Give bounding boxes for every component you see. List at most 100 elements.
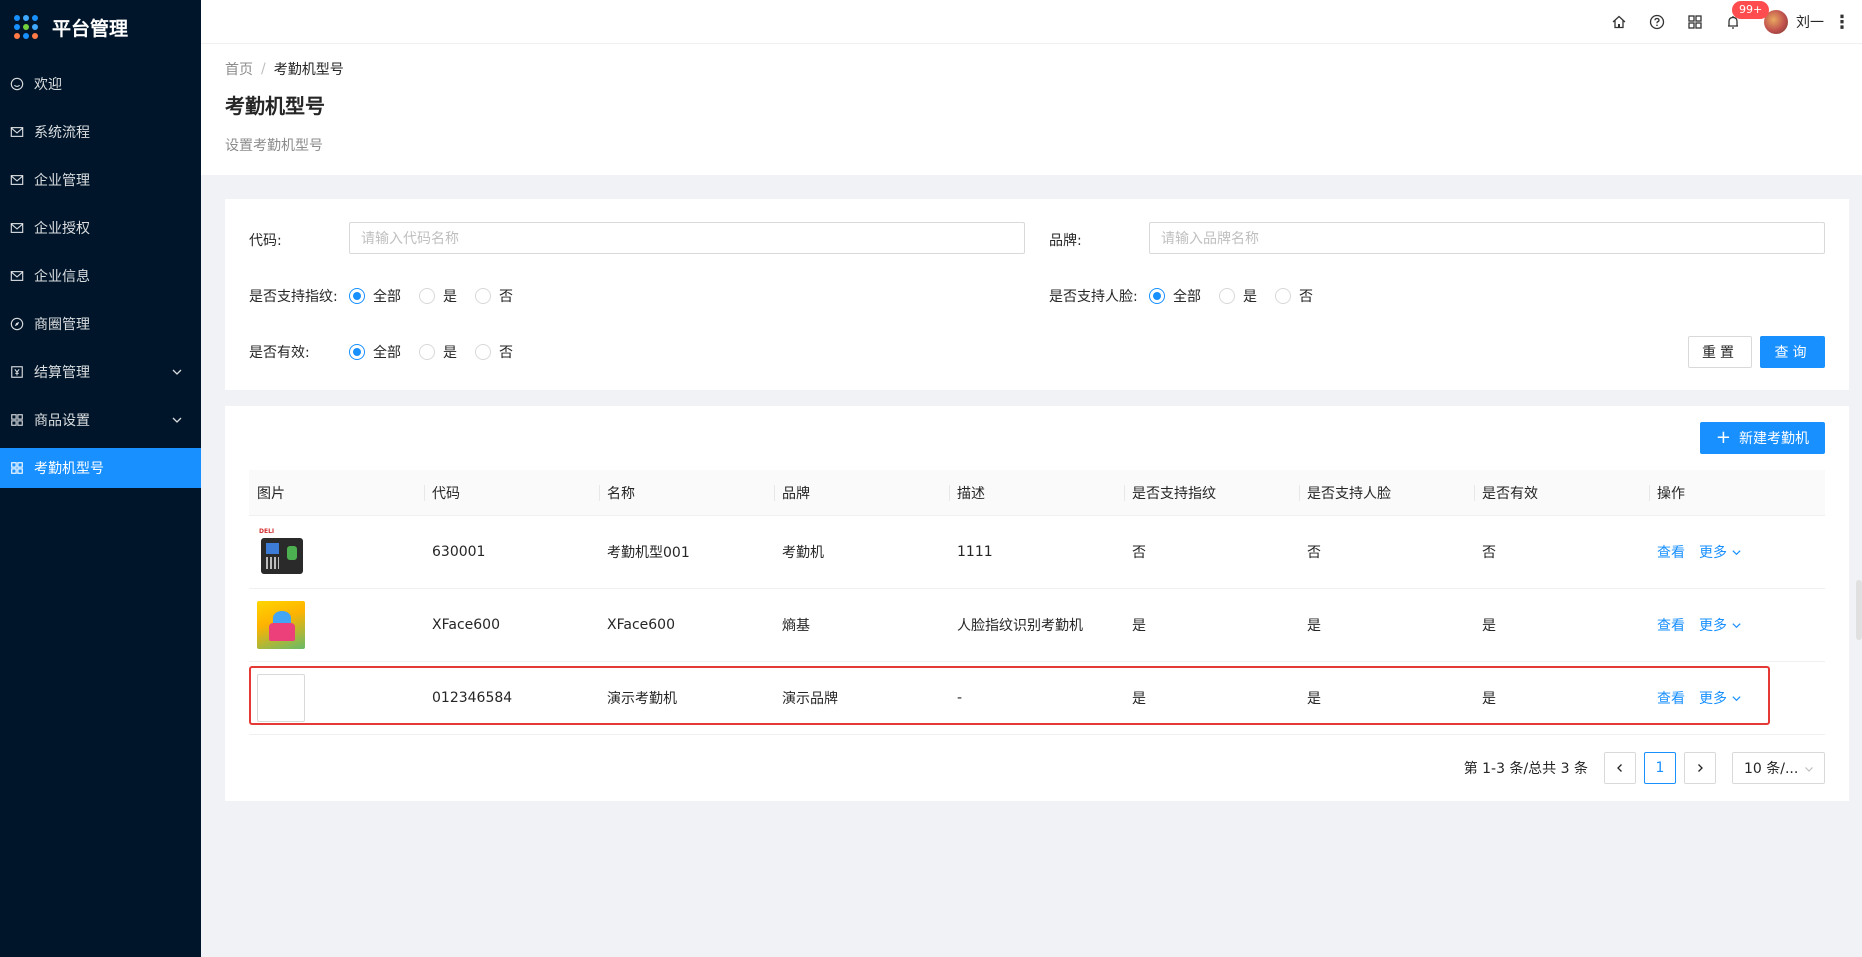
chevron-right-icon	[1698, 764, 1703, 772]
new-button-label: 新建考勤机	[1739, 431, 1809, 447]
face-radio-no[interactable]: 否	[1275, 286, 1313, 306]
sidebar-item-label: 企业授权	[34, 221, 90, 237]
mail-icon	[10, 125, 24, 139]
page-title: 考勤机型号	[225, 94, 325, 118]
account-book-icon	[10, 365, 24, 379]
question-circle-icon[interactable]	[1638, 0, 1676, 44]
table-row: DELI 630001 考勤机型001 考勤机 1111 否 否 否 查看 更多	[249, 516, 1825, 589]
radio-checked-icon	[349, 288, 365, 304]
app-logo[interactable]: 平台管理	[0, 0, 201, 54]
description-cell: 人脸指纹识别考勤机	[957, 618, 1083, 634]
actions-cell: 查看 更多	[1649, 589, 1825, 662]
column-header: 是否支持人脸	[1299, 470, 1474, 516]
image-cell	[249, 662, 424, 735]
chevron-down-icon	[1732, 695, 1741, 701]
top-header: 99+ 刘一 ⋮	[201, 0, 1862, 44]
valid-radio-no[interactable]: 否	[475, 342, 513, 362]
view-link[interactable]: 查看	[1657, 542, 1685, 562]
radio-unchecked-icon	[1275, 288, 1291, 304]
table-row: 012346584 演示考勤机 演示品牌 - 是 是 是 查看 更多	[249, 662, 1825, 735]
brand-placeholder: 请输入品牌名称	[1161, 231, 1259, 247]
page-button-current[interactable]: 1	[1644, 752, 1676, 784]
view-link[interactable]: 查看	[1657, 688, 1685, 708]
scrollbar[interactable]	[1856, 580, 1862, 640]
appstore-icon[interactable]	[1676, 0, 1714, 44]
sidebar-item-system-flow[interactable]: 系统流程	[0, 112, 201, 152]
code-label: 代码:	[249, 233, 282, 249]
fingerprint-radio-yes[interactable]: 是	[419, 286, 457, 306]
sidebar-item-enterprise-info[interactable]: 企业信息	[0, 256, 201, 296]
fingerprint-radio-all[interactable]: 全部	[349, 286, 401, 306]
query-button[interactable]: 查询	[1760, 336, 1825, 368]
sidebar-item-settlement[interactable]: 结算管理	[0, 352, 201, 392]
face-cell: 否	[1307, 545, 1321, 561]
name-cell: 考勤机型001	[607, 545, 690, 561]
sidebar-item-label: 企业信息	[34, 269, 90, 285]
sidebar-item-enterprise-management[interactable]: 企业管理	[0, 160, 201, 200]
image-cell	[249, 589, 424, 662]
pagination: 第 1-3 条/总共 3 条 1 10 条/...	[1464, 752, 1825, 784]
sidebar-item-label: 考勤机型号	[34, 461, 104, 477]
radio-unchecked-icon	[475, 344, 491, 360]
sidebar-item-welcome[interactable]: 欢迎	[0, 64, 201, 104]
face-label: 是否支持人脸:	[1049, 289, 1138, 305]
sidebar-item-attendance-model[interactable]: 考勤机型号	[0, 448, 201, 488]
page-header: 首页 / 考勤机型号 考勤机型号 设置考勤机型号	[201, 44, 1862, 175]
appstore-icon	[10, 413, 24, 427]
face-radio-all[interactable]: 全部	[1149, 286, 1201, 306]
sidebar-item-product-settings[interactable]: 商品设置	[0, 400, 201, 440]
chevron-left-icon	[1617, 764, 1622, 772]
sidebar: 平台管理 欢迎 系统流程 企业管理 企业授权 企业信息 商圈管理 结算管理 商品…	[0, 0, 201, 957]
actions-cell: 查看 更多	[1649, 662, 1825, 735]
image-cell: DELI	[249, 516, 424, 589]
face-radio-yes[interactable]: 是	[1219, 286, 1257, 306]
column-header: 品牌	[774, 470, 949, 516]
breadcrumb-separator: /	[261, 61, 266, 77]
device-thumbnail-empty[interactable]	[257, 674, 305, 722]
more-dropdown[interactable]: 更多	[1699, 542, 1742, 562]
code-cell: 012346584	[432, 690, 513, 706]
breadcrumb-current: 考勤机型号	[273, 62, 344, 78]
more-dropdown[interactable]: 更多	[1699, 688, 1742, 708]
more-dropdown[interactable]: 更多	[1699, 615, 1742, 635]
valid-cell: 否	[1482, 545, 1496, 561]
device-thumbnail[interactable]: DELI	[257, 528, 305, 576]
column-header: 操作	[1649, 470, 1825, 516]
reset-button[interactable]: 重置	[1688, 336, 1752, 368]
sidebar-item-business-district[interactable]: 商圈管理	[0, 304, 201, 344]
page-size-value: 10 条/...	[1744, 761, 1799, 777]
radio-unchecked-icon	[419, 288, 435, 304]
more-vertical-icon[interactable]: ⋮	[1832, 0, 1852, 44]
sidebar-item-label: 企业管理	[34, 173, 90, 189]
breadcrumb-home[interactable]: 首页	[225, 59, 253, 79]
sidebar-item-label: 结算管理	[34, 365, 90, 381]
valid-cell: 是	[1482, 691, 1496, 707]
column-header: 是否有效	[1474, 470, 1649, 516]
next-page-button[interactable]	[1684, 752, 1716, 784]
brand-cell: 熵基	[782, 618, 810, 634]
brand-cell: 考勤机	[782, 545, 824, 561]
sidebar-item-enterprise-auth[interactable]: 企业授权	[0, 208, 201, 248]
column-header: 描述	[949, 470, 1124, 516]
chevron-down-icon	[1732, 549, 1741, 555]
app-title: 平台管理	[52, 17, 129, 40]
brand-input[interactable]: 请输入品牌名称	[1149, 222, 1825, 254]
device-thumbnail[interactable]	[257, 601, 305, 649]
valid-radio-all[interactable]: 全部	[349, 342, 401, 362]
brand-cell: 演示品牌	[782, 691, 838, 707]
code-input[interactable]: 请输入代码名称	[349, 222, 1025, 254]
notification-bell[interactable]: 99+	[1714, 0, 1770, 44]
fingerprint-radio-no[interactable]: 否	[475, 286, 513, 306]
prev-page-button[interactable]	[1604, 752, 1636, 784]
home-icon[interactable]	[1600, 0, 1638, 44]
new-attendance-machine-button[interactable]: + 新建考勤机	[1699, 422, 1825, 454]
grid-logo-icon	[14, 15, 38, 39]
mail-icon	[10, 269, 24, 283]
view-link[interactable]: 查看	[1657, 615, 1685, 635]
page-size-select[interactable]: 10 条/...	[1732, 752, 1825, 784]
notification-badge: 99+	[1732, 1, 1770, 19]
name-cell: 演示考勤机	[607, 691, 677, 707]
fingerprint-cell: 否	[1132, 545, 1146, 561]
valid-radio-yes[interactable]: 是	[419, 342, 457, 362]
chevron-down-icon	[172, 369, 182, 375]
